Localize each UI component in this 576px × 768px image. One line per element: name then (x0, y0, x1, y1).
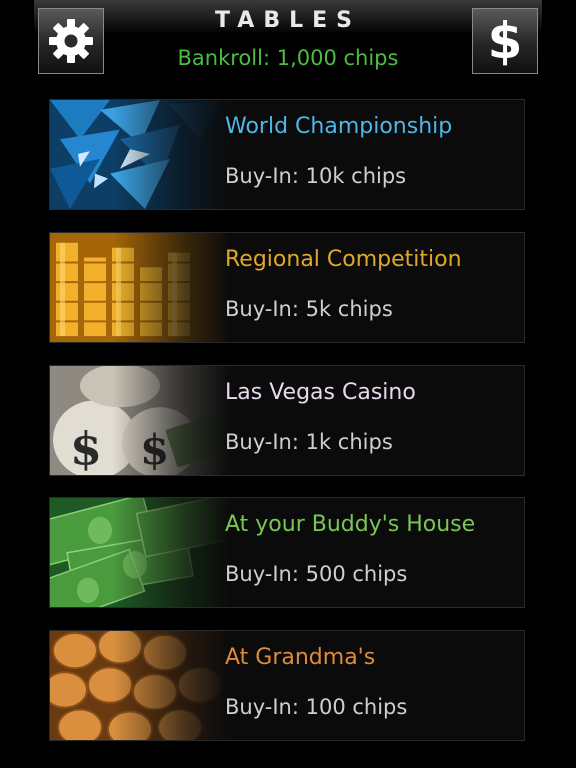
card-fade (50, 631, 230, 740)
table-buy-in: Buy-In: 100 chips (225, 695, 408, 719)
gear-icon (49, 19, 93, 63)
card-fade (50, 100, 230, 209)
table-buy-in: Buy-In: 10k chips (225, 164, 407, 188)
card-fade (50, 233, 230, 342)
table-card-buddys-house[interactable]: At your Buddy's House Buy-In: 500 chips (49, 497, 525, 608)
table-card-world-championship[interactable]: World Championship Buy-In: 10k chips (49, 99, 525, 210)
card-fade (50, 366, 230, 475)
settings-button[interactable] (38, 8, 104, 74)
table-name: At your Buddy's House (225, 512, 476, 537)
dollar-icon: $ (487, 12, 523, 70)
table-buy-in: Buy-In: 1k chips (225, 430, 393, 454)
table-buy-in: Buy-In: 5k chips (225, 297, 393, 321)
card-fade (50, 498, 230, 607)
table-card-grandmas[interactable]: At Grandma's Buy-In: 100 chips (49, 630, 525, 741)
header: TABLES Bankroll: 1,000 chips $ (0, 0, 576, 90)
table-buy-in: Buy-In: 500 chips (225, 562, 408, 586)
table-name: Las Vegas Casino (225, 380, 416, 405)
table-name: Regional Competition (225, 247, 462, 272)
table-name: World Championship (225, 114, 453, 139)
table-card-regional-competition[interactable]: Regional Competition Buy-In: 5k chips (49, 232, 525, 343)
table-name: At Grandma's (225, 645, 376, 670)
shop-button[interactable]: $ (472, 8, 538, 74)
table-card-las-vegas-casino[interactable]: $ $ Las Vegas Casino Buy-In: 1k chips (49, 365, 525, 476)
